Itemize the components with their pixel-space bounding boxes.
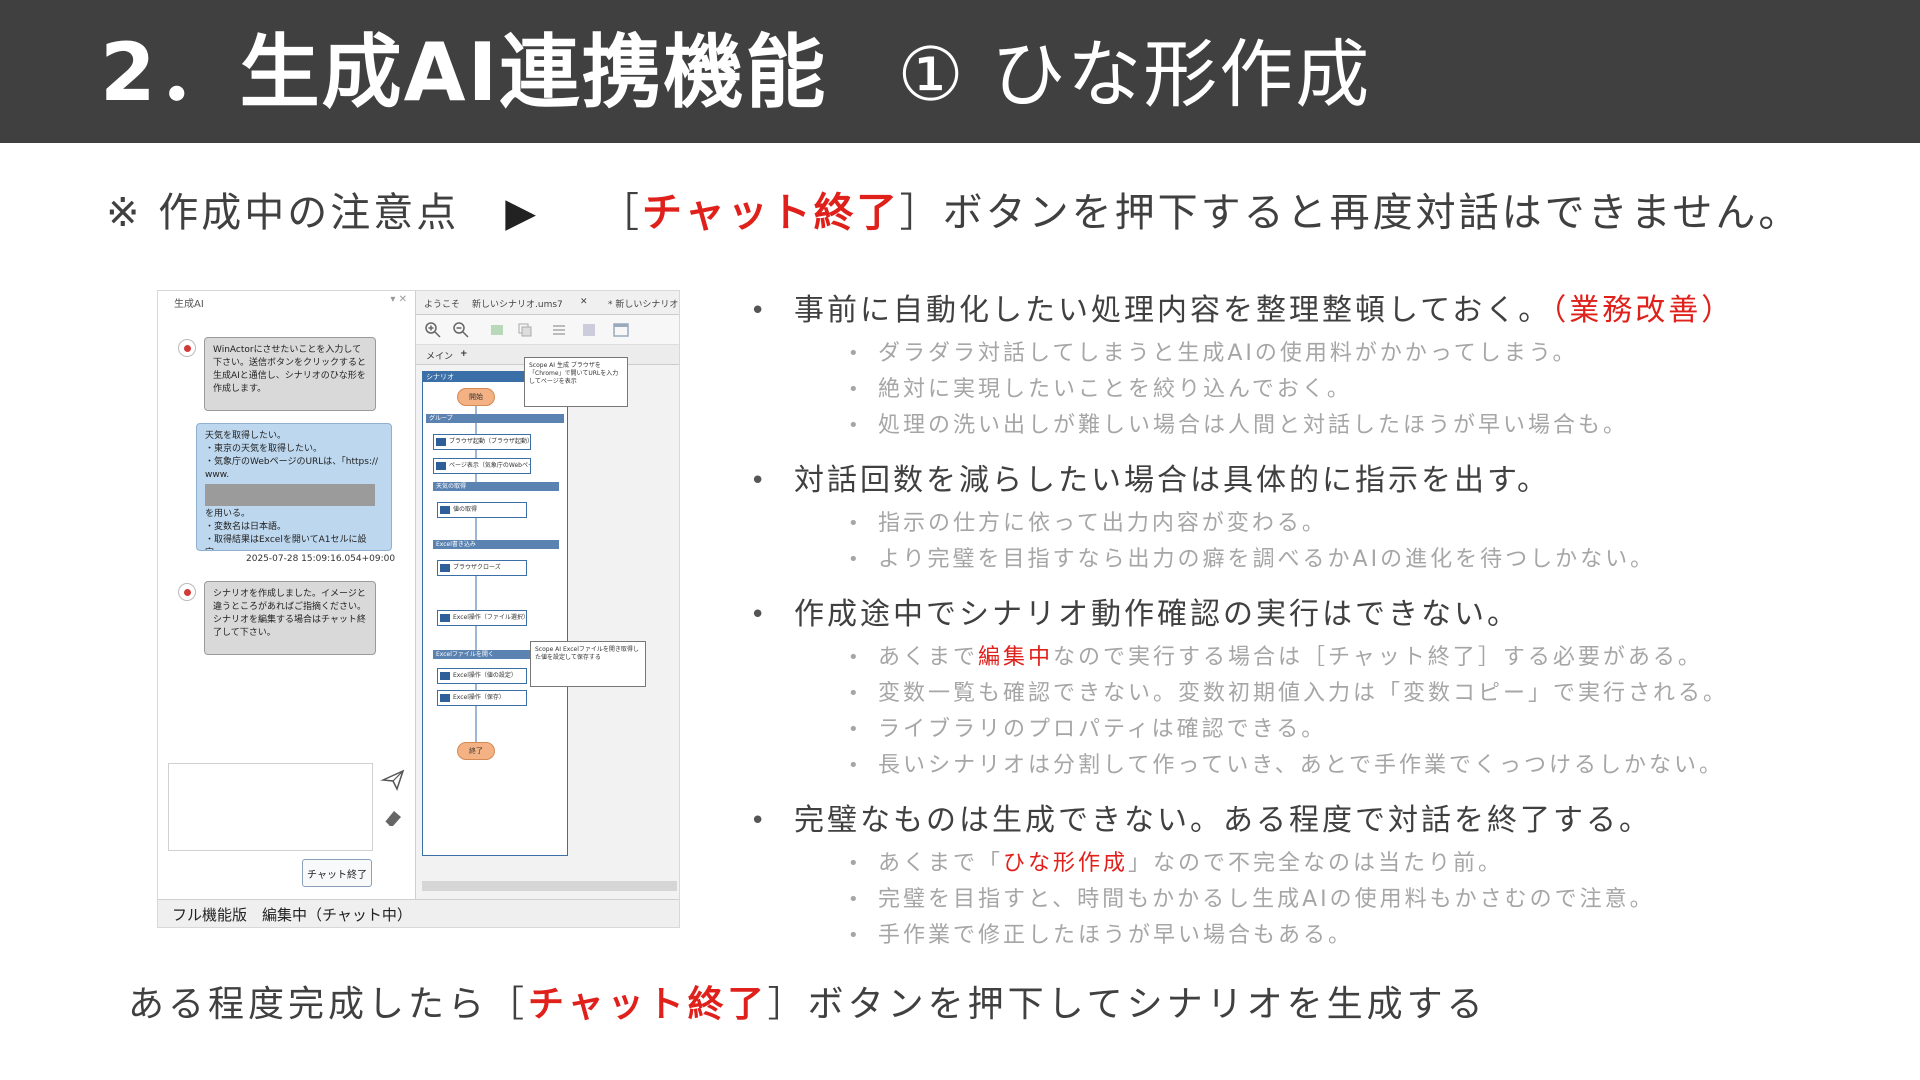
message-line: 天気を取得したい。 (205, 431, 287, 441)
ai-avatar-icon (178, 339, 196, 357)
sub-highlight: ひな形作成 (1003, 851, 1129, 876)
tab-welcome[interactable]: ようこそ (424, 297, 460, 310)
sub-bullet: あくまで編集中なので実行する場合は［チャット終了］する必要がある。 (748, 640, 1898, 676)
document-tabs: ようこそ 新しいシナリオ.ums7 ✕ * 新しいシナリオ (416, 291, 679, 315)
winactor-screenshot: 生成AI ▾ ✕ WinActorにさせたいことを入力して下さい。送信ボタンをク… (157, 290, 680, 928)
sub-bullet: ダラダラ対話してしまうと生成AIの使用料がかかってしまう。 (748, 336, 1898, 372)
action-node[interactable]: ブラウザ起動（ブラウザ起動） (433, 434, 531, 450)
zoom-out-icon[interactable] (452, 321, 470, 339)
start-node[interactable]: 開始 (457, 388, 495, 406)
scenario-canvas: シナリオ 開始 グループ ブラウザ起動（ブラウザ起動） ページ表示（気象庁のWe… (422, 371, 568, 856)
bullet-list: 事前に自動化したい処理内容を整理整頓しておく。（業務改善） ダラダラ対話してしま… (748, 286, 1898, 954)
chat-message: WinActorにさせたいことを入力して下さい。送信ボタンをクリックすると生成A… (204, 337, 376, 411)
title-text: 2．生成AI連携機能 (100, 26, 828, 119)
ai-note[interactable]: Scope AI 生成 ブラウザを「Chrome」で開いてURLを入力してページ… (524, 357, 628, 407)
sub-bullet: 絶対に実現したいことを絞り込んでおく。 (748, 372, 1898, 408)
message-line: ・東京の天気を取得したい。 (205, 444, 323, 454)
sub-bullet: 指示の仕方に依って出力内容が変わる。 (748, 506, 1898, 542)
footer-prefix: ある程度完成したら［ (128, 984, 529, 1025)
notice-highlight: チャット終了 (642, 190, 900, 236)
ai-avatar-icon (178, 583, 196, 601)
horizontal-scrollbar[interactable] (422, 881, 677, 891)
status-bar: フル機能版 編集中（チャット中） (158, 899, 679, 927)
message-line: を用いる。 (205, 509, 251, 519)
tab-main[interactable]: メイン (426, 349, 453, 362)
zoom-in-icon[interactable] (424, 321, 442, 339)
bracket-open: ［ (599, 190, 642, 236)
footer-line: ある程度完成したら［チャット終了］ボタンを押下してシナリオを生成する (128, 980, 1487, 1030)
bracket-close: ］ (899, 190, 943, 236)
action-node[interactable]: Excel操作（ファイル選択） (437, 610, 527, 626)
footer-highlight: チャット終了 (528, 984, 768, 1025)
sub-bullet: 処理の洗い出しが難しい場合は人間と対話したほうが早い場合も。 (748, 408, 1898, 444)
flow-toolbar (416, 315, 679, 345)
eraser-icon[interactable] (380, 805, 406, 831)
sub-text: あくまで「 (878, 851, 1004, 876)
redacted-url (205, 484, 375, 506)
sub-text: 」なので不完全なのは当たり前。 (1128, 851, 1504, 876)
bullet-item: 完璧なものは生成できない。ある程度で対話を終了する。 (748, 796, 1898, 846)
bullet-tag: （業務改善） (1551, 293, 1735, 328)
sub-bullet: 完璧を目指すと、時間もかかるし生成AIの使用料もかさむので注意。 (748, 882, 1898, 918)
message-timestamp: 2025-07-28 15:09:16.054+09:00 (246, 554, 396, 564)
action-node[interactable]: ブラウザクローズ (437, 560, 527, 576)
bullet-text: 事前に自動化したい処理内容を整理整頓しておく。 (794, 293, 1552, 328)
end-chat-button[interactable]: チャット終了 (302, 859, 372, 887)
add-tab-icon[interactable]: + (460, 349, 468, 359)
group-bar[interactable]: 天気の取得 (433, 482, 559, 491)
slide-title: 2．生成AI連携機能 ① ひな形作成 (100, 28, 1371, 120)
sub-bullet: ライブラリのプロパティは確認できる。 (748, 712, 1898, 748)
user-message: 天気を取得したい。 ・東京の天気を取得したい。 ・気象庁のWebページのURLは… (196, 423, 392, 551)
message-line: ・取得結果はExcelを開いてA1セルに設定。 (205, 535, 367, 550)
chat-pane: 生成AI ▾ ✕ WinActorにさせたいことを入力して下さい。送信ボタンをク… (158, 291, 416, 899)
group-bar[interactable]: グループ (426, 414, 564, 423)
sub-bullet: より完璧を目指すなら出力の癖を調べるかAIの進化を待つしかない。 (748, 542, 1898, 578)
end-node[interactable]: 終了 (457, 742, 495, 760)
notice-prefix: ※ 作成中の注意点 (106, 190, 460, 236)
action-node[interactable]: ページ表示（気象庁のWebページ） (433, 458, 531, 474)
list-icon[interactable] (550, 321, 568, 339)
tab-new-scenario[interactable]: 新しいシナリオ.ums7 (472, 297, 563, 310)
notice-suffix: ボタンを押下すると再度対話はできません。 (942, 190, 1802, 236)
footer-suffix: ］ボタンを押下してシナリオを生成する (767, 984, 1487, 1025)
copy-icon[interactable] (516, 321, 534, 339)
action-node[interactable]: 値の取得 (437, 502, 527, 518)
bullet-item: 対話回数を減らしたい場合は具体的に指示を出す。 (748, 456, 1898, 506)
slide-header: 2．生成AI連携機能 ① ひな形作成 (0, 0, 1920, 143)
ai-note[interactable]: Scope AI Excelファイルを開き取得した値を設定して保存する (530, 641, 646, 687)
bullet-item: 事前に自動化したい処理内容を整理整頓しておく。（業務改善） (748, 286, 1898, 336)
slide-subtitle: ① ひな形作成 (897, 32, 1372, 118)
pane-title: 生成AI (174, 299, 204, 310)
tab-close-icon[interactable]: ✕ (580, 297, 588, 307)
action-node[interactable]: Excel操作（保存） (437, 690, 527, 706)
group-bar[interactable]: Excel書き込み (433, 540, 559, 549)
send-icon[interactable] (380, 767, 406, 793)
sub-highlight: 編集中 (978, 645, 1054, 670)
flowchart-pane: ようこそ 新しいシナリオ.ums7 ✕ * 新しいシナリオ メイン + シナリオ… (416, 291, 679, 899)
tab-new-scenario-2[interactable]: * 新しいシナリオ (608, 297, 678, 310)
sub-bullet: 手作業で修正したほうが早い場合もある。 (748, 918, 1898, 954)
bullet-item: 作成途中でシナリオ動作確認の実行はできない。 (748, 590, 1898, 640)
arrow-icon: ▶ (505, 190, 539, 236)
chat-message: シナリオを作成しました。イメージと違うところがあればご指摘ください。シナリオを編… (204, 581, 376, 655)
message-line: ・変数名は日本語。 (205, 522, 287, 532)
pane-controls[interactable]: ▾ ✕ (390, 294, 407, 305)
sub-bullet: 長いシナリオは分割して作っていき、あとで手作業でくっつけるしかない。 (748, 748, 1898, 784)
chat-input[interactable] (168, 763, 373, 851)
sub-text: あくまで (878, 645, 979, 670)
window-icon[interactable] (612, 321, 630, 339)
settings-icon[interactable] (580, 321, 598, 339)
sub-bullet: あくまで「ひな形作成」なので不完全なのは当たり前。 (748, 846, 1898, 882)
notice-line: ※ 作成中の注意点 ▶ ［チャット終了］ボタンを押下すると再度対話はできません。 (106, 188, 1801, 238)
action-node[interactable]: Excel操作（値の設定） (437, 668, 527, 684)
sub-bullet: 変数一覧も確認できない。変数初期値入力は「変数コピー」で実行される。 (748, 676, 1898, 712)
message-line: www. (205, 470, 230, 480)
sub-text: なので実行する場合は［チャット終了］する必要がある。 (1053, 645, 1703, 670)
message-line: ・気象庁のWebページのURLは、「https:// (205, 457, 379, 467)
record-icon[interactable] (488, 321, 506, 339)
